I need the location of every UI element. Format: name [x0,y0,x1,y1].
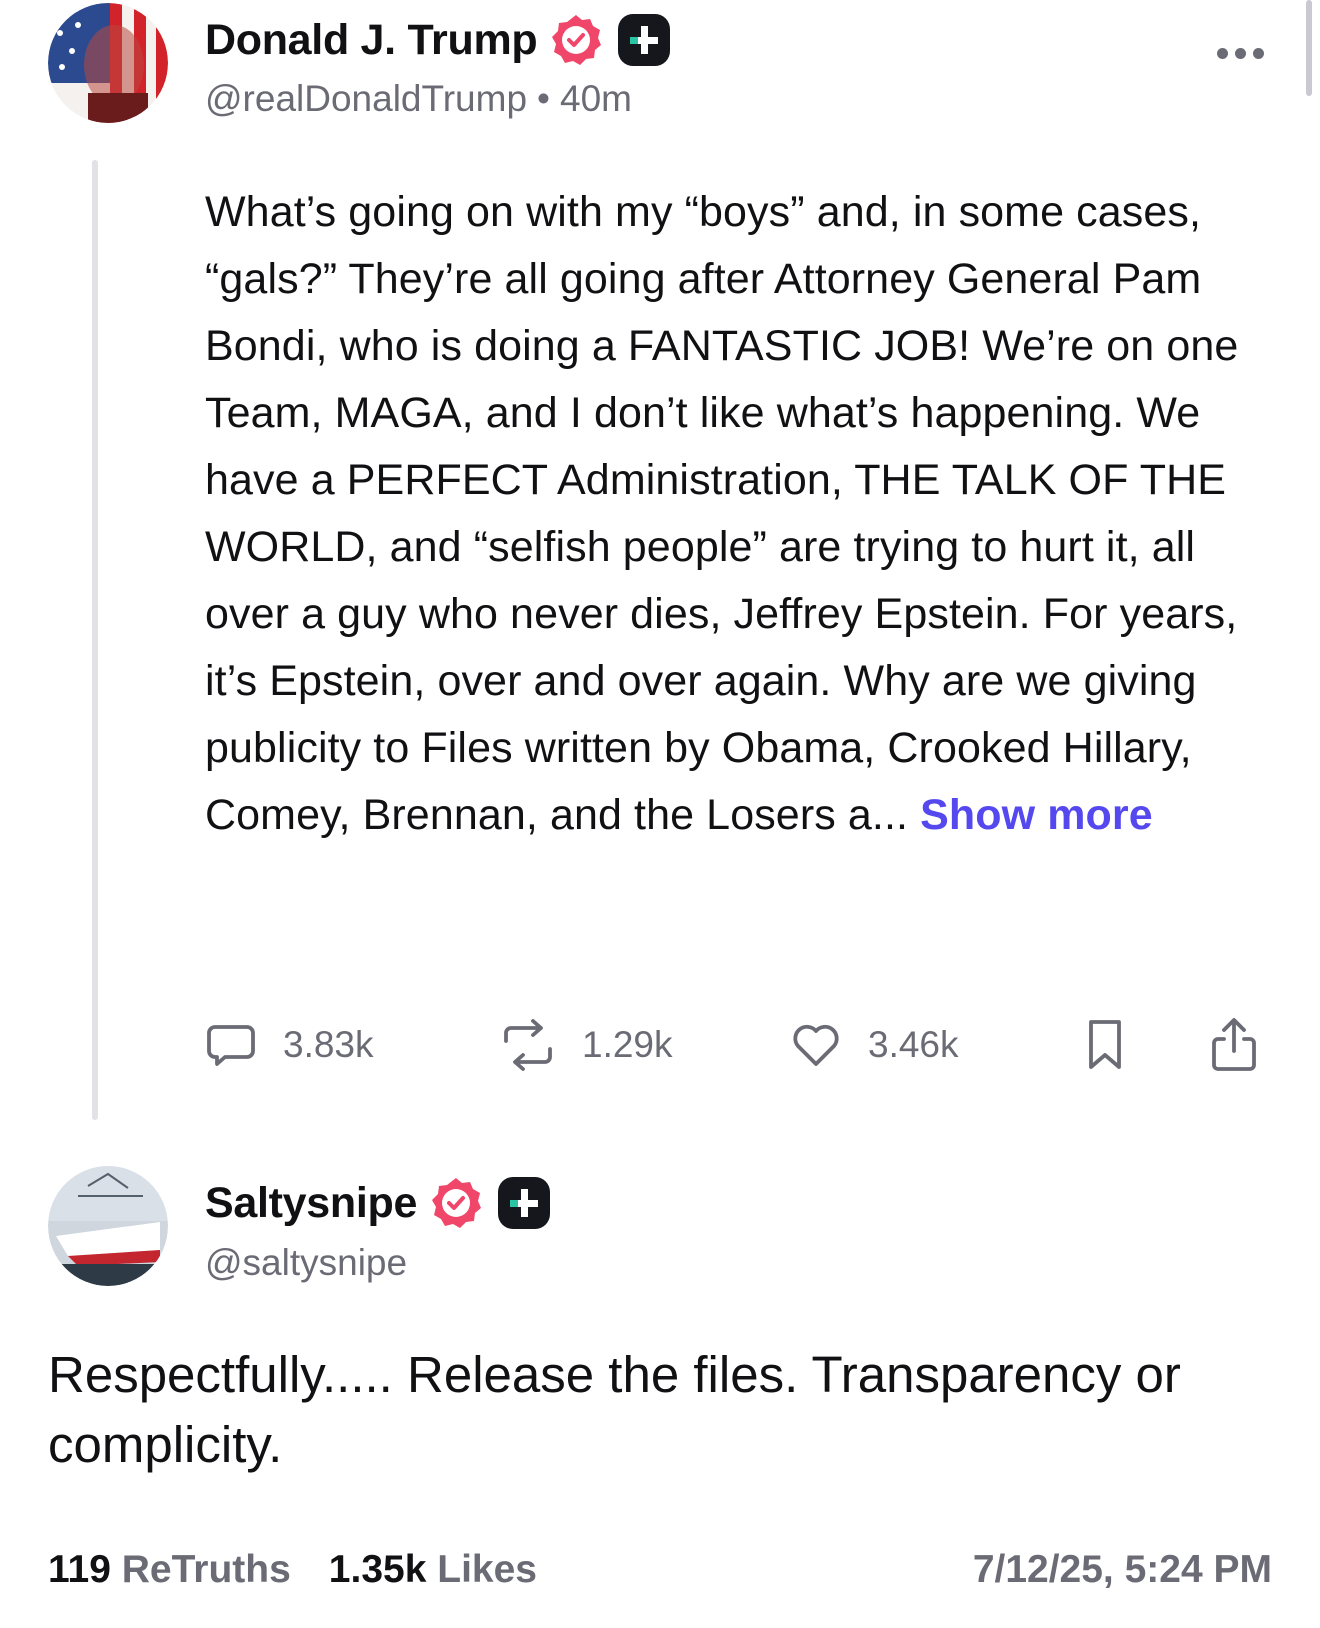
post-body[interactable]: What’s going on with my “boys” and, in s… [205,179,1275,849]
author-display-name[interactable]: Donald J. Trump [205,16,538,65]
share-upload-icon [1210,1017,1258,1073]
reply-author-display-name[interactable]: Saltysnipe [205,1179,417,1228]
likes-label[interactable]: Likes [437,1548,537,1591]
author-name-row: Donald J. Trump [205,12,671,68]
scrollbar[interactable] [1306,0,1312,96]
post-time-ago[interactable]: 40m [560,78,632,119]
retruth-count: 1.29k [582,1024,673,1065]
reply-button[interactable]: 3.83k [205,1010,374,1080]
comment-bubble-icon [205,1019,257,1071]
heart-icon [790,1019,842,1071]
author-handle[interactable]: @realDonaldTrump [205,78,527,119]
show-more-link[interactable]: Show more [920,791,1153,839]
like-count: 3.46k [868,1024,959,1065]
share-button[interactable] [1210,1010,1258,1080]
more-dot [1235,48,1246,59]
reply-author-name-row: Saltysnipe [205,1175,551,1231]
retruth-arrows-icon [500,1019,556,1071]
post-actions-bar: 3.83k 1.29k 3.46k [205,1010,1275,1080]
reply-author-avatar[interactable] [48,1166,168,1286]
retruths-count: 119 [48,1548,111,1591]
verified-badge-icon [549,13,603,67]
author-avatar[interactable] [48,3,168,123]
reply-timestamp: 7/12/25, 5:24 PM [972,1548,1272,1591]
reply-count: 3.83k [283,1024,374,1065]
truth-plus-icon [497,1176,551,1230]
retruths-label[interactable]: ReTruths [122,1548,291,1591]
reply-body: Respectfully..... Release the files. Tra… [48,1346,1181,1473]
bookmark-button[interactable] [1085,1010,1125,1080]
meta-separator: • [537,78,551,119]
more-dot [1253,48,1264,59]
thread-line [92,160,98,1120]
more-options-button[interactable] [1217,48,1264,59]
truth-plus-icon [617,13,671,67]
bookmark-icon [1085,1018,1125,1072]
more-horizontal-icon [1217,48,1228,59]
retruth-button[interactable]: 1.29k [500,1010,673,1080]
likes-count: 1.35k [328,1548,427,1591]
post-text: What’s going on with my “boys” and, in s… [205,188,1239,839]
like-button[interactable]: 3.46k [790,1010,959,1080]
reply-author-handle[interactable]: @saltysnipe [205,1242,407,1284]
verified-badge-icon [429,1176,483,1230]
reply-stats: 119 ReTruths 1.35k Likes [48,1548,537,1592]
author-meta: @realDonaldTrump • 40m [205,78,632,120]
